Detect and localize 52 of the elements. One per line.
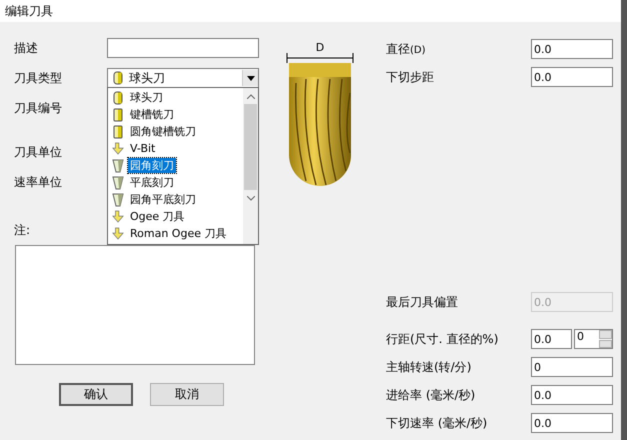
- tool-type-option[interactable]: Ogee 刀具: [108, 208, 243, 225]
- number-field[interactable]: 0: [531, 357, 613, 377]
- scrollbar[interactable]: [243, 88, 258, 244]
- engraver-icon: [112, 192, 124, 206]
- tool-type-option[interactable]: 圆角键槽铣刀: [108, 123, 243, 140]
- tool-type-option[interactable]: 园角平底刻刀: [108, 191, 243, 208]
- field-label: 刀具编号: [14, 100, 63, 116]
- scroll-up-icon[interactable]: [246, 94, 254, 99]
- field-label: 刀具类型: [14, 70, 63, 86]
- cutter-icon: [112, 90, 124, 104]
- tool-type-option[interactable]: 平底刻刀: [108, 174, 243, 191]
- arrow-down-icon: [112, 210, 124, 224]
- engraver-icon: [112, 158, 124, 172]
- tool-type-option[interactable]: 园角刻刀: [108, 157, 243, 174]
- field-label: 直径(D): [386, 40, 426, 58]
- number-field[interactable]: 0.0: [531, 413, 613, 433]
- window-title: 编辑刀具: [0, 0, 621, 22]
- field-label: 下切步距: [386, 68, 434, 86]
- field-label: 速率单位: [14, 174, 63, 190]
- tool-type-option[interactable]: Roman Ogee 刀具: [108, 225, 243, 242]
- number-field[interactable]: 0.0: [531, 39, 613, 59]
- field-label: 进给率 (毫米/秒): [386, 386, 476, 404]
- dimension-label: D: [314, 42, 326, 53]
- tool-type-option[interactable]: V-Bit: [108, 140, 243, 157]
- caret-icon: [242, 70, 258, 86]
- number-field[interactable]: 0.0: [531, 385, 613, 405]
- dialog-button[interactable]: 取消: [150, 383, 224, 406]
- arrow-down-icon: [112, 226, 124, 240]
- spin-field[interactable]: 0: [574, 329, 613, 349]
- scroll-down-icon[interactable]: [246, 196, 254, 201]
- arrow-down-icon: [112, 142, 124, 156]
- cutter-icon: [112, 71, 124, 85]
- notes-field[interactable]: [15, 245, 255, 365]
- cutter-icon: [112, 124, 124, 138]
- dialog-button[interactable]: 确认: [59, 383, 133, 406]
- field-label: 行距(尺寸. 直径的%): [386, 330, 498, 348]
- tool-type-dropdown[interactable]: 球头刀: [107, 68, 259, 88]
- field-label: 描述: [14, 40, 39, 56]
- field-label: 最后刀具偏置: [386, 294, 458, 310]
- offset-field: 0.0: [531, 292, 613, 312]
- engraver-icon: [112, 176, 124, 190]
- field-label: 刀具单位: [14, 144, 63, 160]
- field-label: 下切速率 (毫米/秒): [386, 414, 488, 432]
- number-field[interactable]: 0.0: [531, 67, 613, 87]
- number-field[interactable]: 0.0: [531, 329, 572, 349]
- field-label: 注:: [14, 222, 32, 238]
- description-field[interactable]: [107, 38, 259, 58]
- cutter-icon: [112, 108, 124, 122]
- scrollbar-thumb[interactable]: [244, 104, 257, 190]
- field-label: 主轴转速(转/分): [386, 358, 472, 376]
- tool-type-option[interactable]: 键槽铣刀: [108, 106, 243, 123]
- tool-type-option[interactable]: 球头刀: [108, 89, 243, 106]
